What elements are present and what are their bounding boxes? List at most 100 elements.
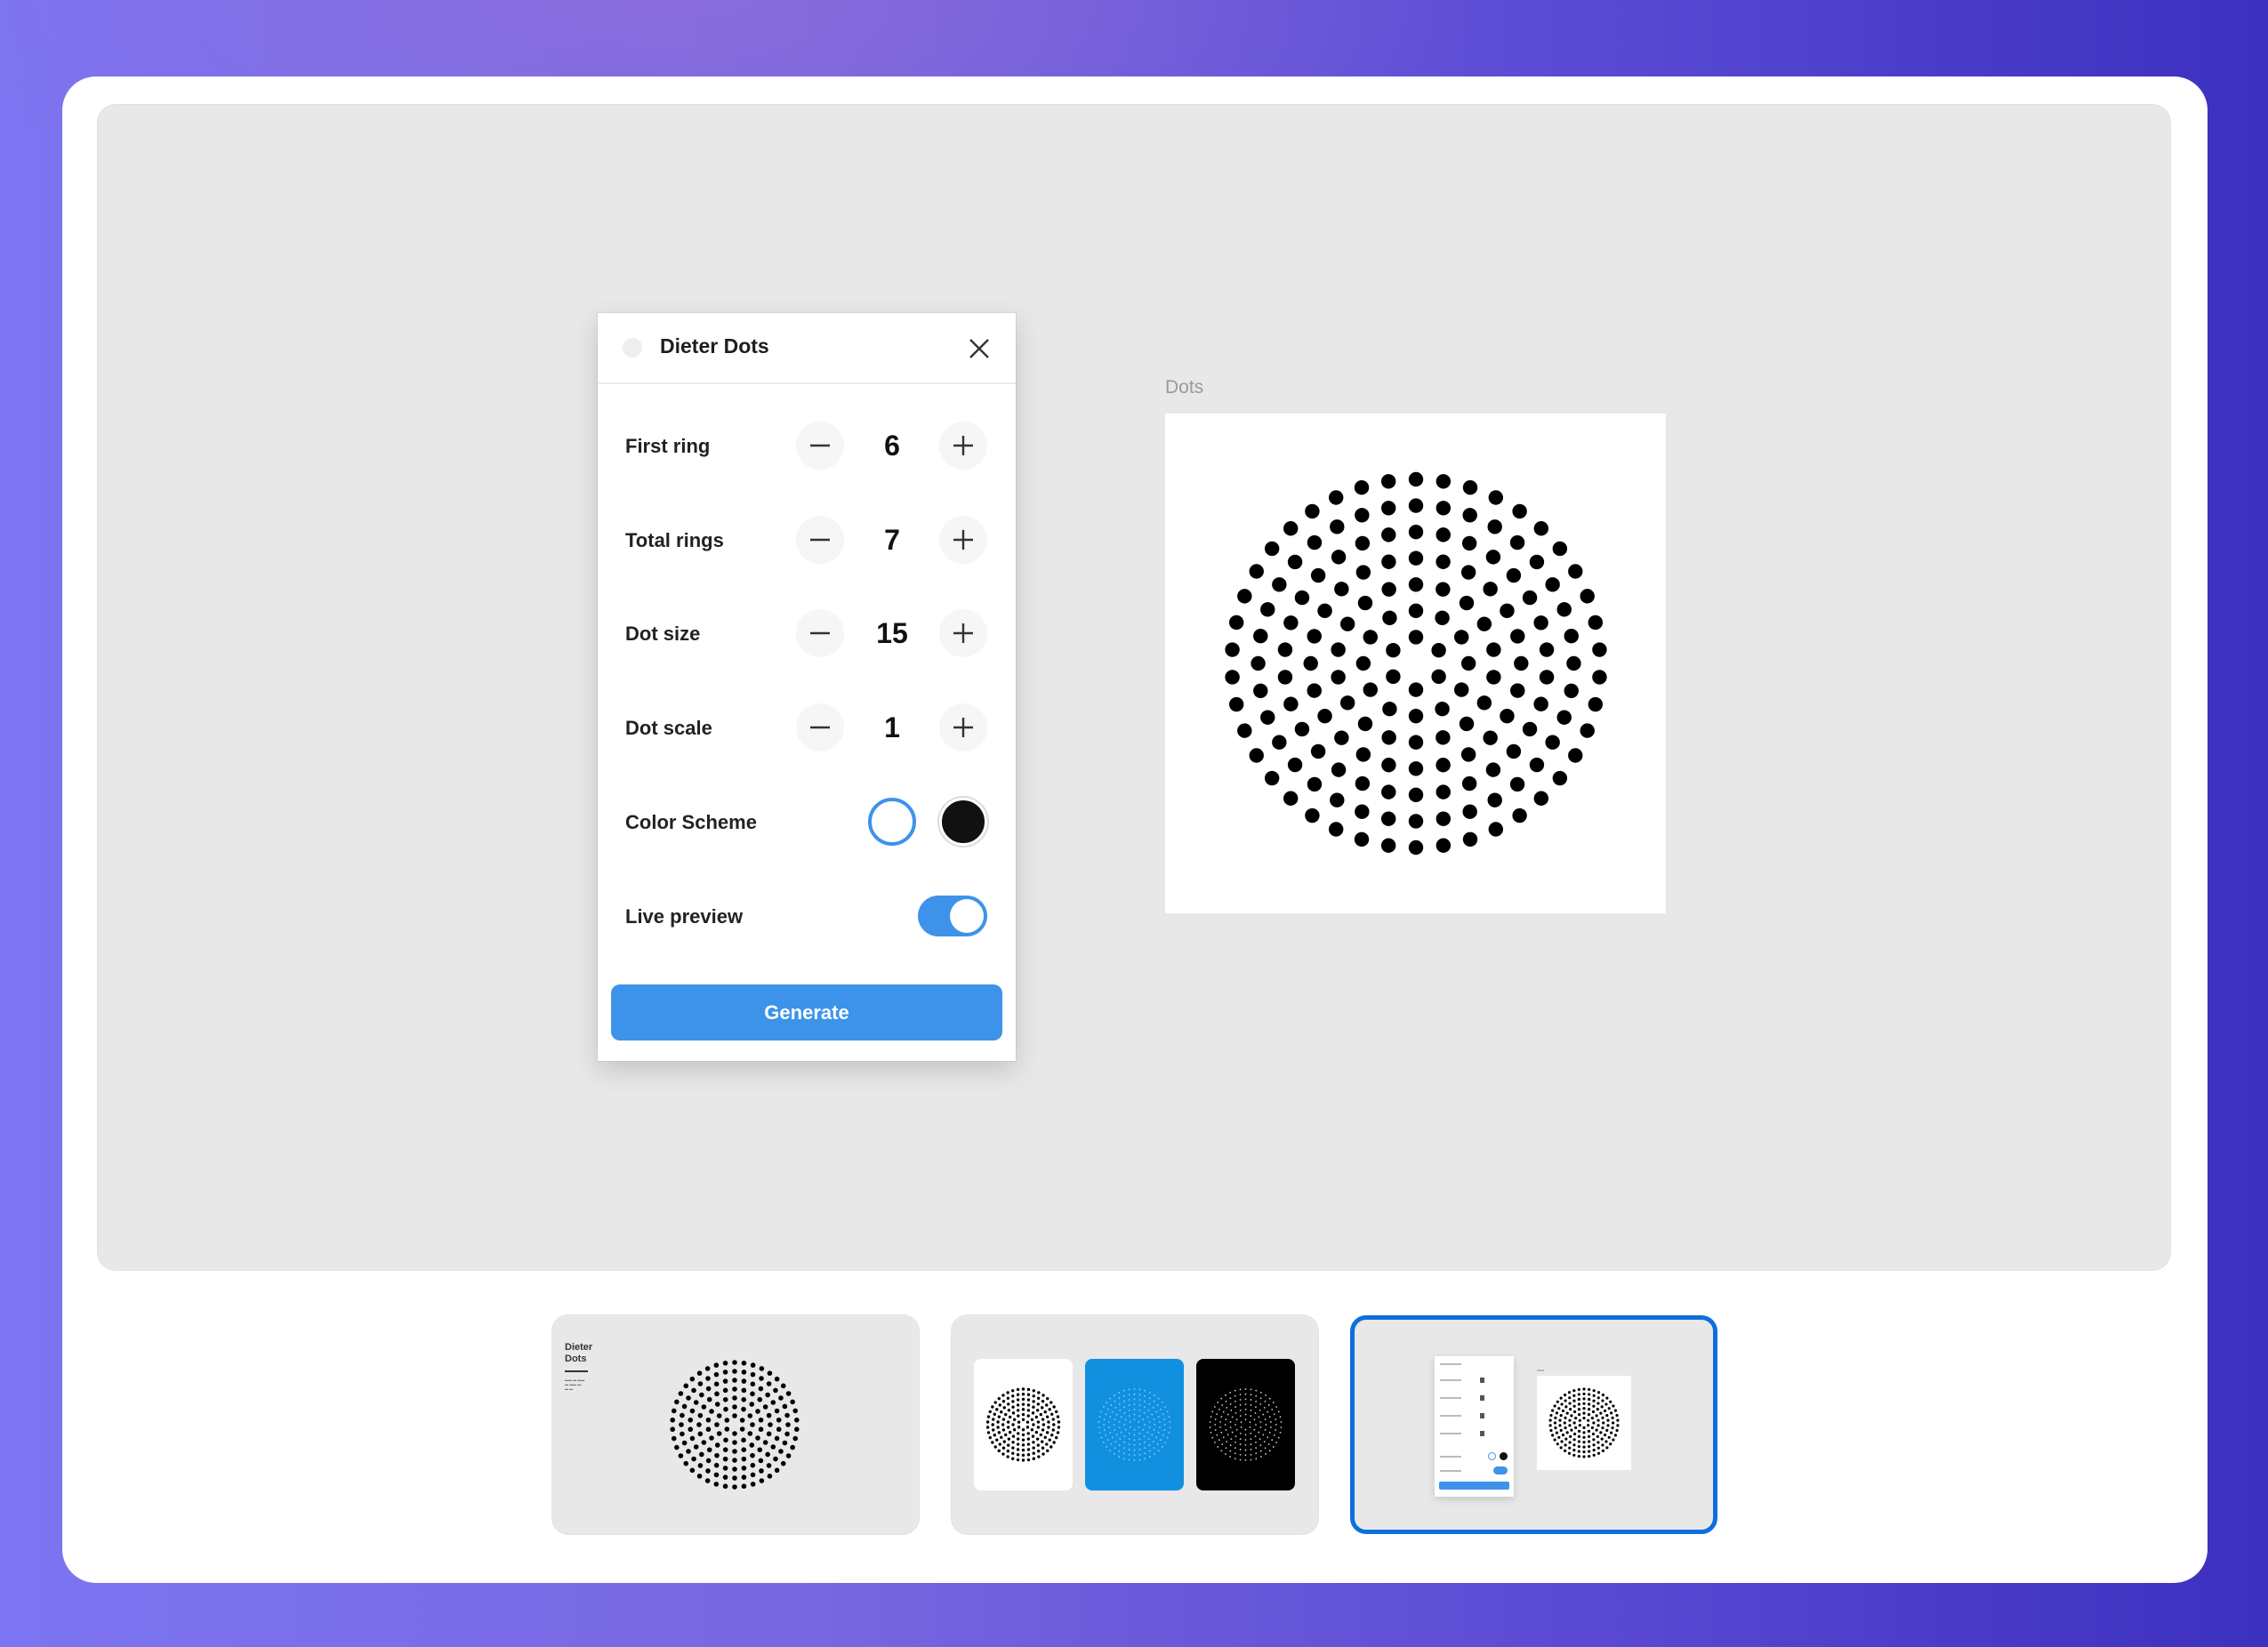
dot: [1572, 1432, 1577, 1436]
dot: [1007, 1437, 1011, 1441]
dot: [1592, 1394, 1596, 1397]
dot: [1001, 1446, 1006, 1450]
increment-button[interactable]: [939, 422, 987, 470]
color-swatch-black[interactable]: [939, 798, 987, 846]
dot: [1613, 1434, 1617, 1437]
dot: [680, 1412, 685, 1418]
dot: [750, 1381, 756, 1387]
dot: [1239, 1388, 1242, 1391]
dot: [1582, 1431, 1586, 1434]
dot: [741, 1387, 747, 1394]
dot: [1133, 1434, 1136, 1436]
dot: [992, 1418, 995, 1421]
dot: [1603, 1409, 1607, 1413]
dot: [1000, 1410, 1003, 1414]
decrement-button[interactable]: [796, 516, 844, 564]
plus-icon: [953, 530, 973, 550]
thumbnail-color-variants[interactable]: [952, 1315, 1318, 1534]
dot: [1510, 629, 1525, 644]
dot: [1220, 1431, 1223, 1434]
color-swatch-white[interactable]: [868, 798, 916, 846]
dot: [1026, 1393, 1031, 1396]
dot: [1244, 1413, 1247, 1416]
dot: [1529, 757, 1545, 773]
dot: [1305, 807, 1320, 824]
close-button[interactable]: [967, 336, 992, 361]
increment-button[interactable]: [939, 703, 987, 751]
dot: [1596, 1396, 1600, 1400]
dot: [1128, 1458, 1130, 1461]
dot: [1533, 696, 1548, 711]
dot: [1133, 1388, 1136, 1390]
decrement-button[interactable]: [796, 703, 844, 751]
dot: [1596, 1441, 1600, 1444]
dot: [1237, 723, 1252, 738]
dot: [1273, 1434, 1275, 1436]
dot: [1050, 1445, 1053, 1449]
dot: [1225, 1418, 1227, 1420]
dot: [1334, 582, 1349, 597]
dot: [1555, 1431, 1558, 1434]
dot: [1272, 735, 1287, 750]
dot: [1021, 1393, 1025, 1396]
dot: [1271, 1408, 1274, 1410]
dot: [1552, 770, 1568, 786]
dot: [1601, 1426, 1604, 1430]
dot: [1118, 1421, 1121, 1423]
decrement-button[interactable]: [796, 609, 844, 657]
decrement-button[interactable]: [796, 422, 844, 470]
dot: [683, 1460, 689, 1466]
dot: [1604, 1402, 1608, 1406]
dot: [1587, 1408, 1591, 1411]
live-preview-toggle[interactable]: [918, 896, 987, 936]
dot: [732, 1484, 737, 1490]
dot: [1436, 582, 1451, 597]
dot: [1229, 1444, 1232, 1447]
dot: [1052, 1423, 1056, 1426]
dot: [1221, 1443, 1224, 1445]
dot: [1460, 565, 1476, 580]
dot: [1039, 1433, 1042, 1437]
dot: [1103, 1418, 1106, 1420]
dot: [1138, 1453, 1141, 1456]
dot: [1577, 1402, 1580, 1406]
dot: [1138, 1404, 1141, 1406]
dot: [1592, 1399, 1596, 1402]
dot: [1563, 1394, 1567, 1397]
dot: [1582, 1397, 1586, 1401]
dot: [1559, 1428, 1563, 1432]
increment-button[interactable]: [939, 609, 987, 657]
thumbnail-plugin-ui-selected[interactable]: [1350, 1315, 1717, 1534]
dot: [1485, 550, 1501, 565]
dot: [1239, 1415, 1242, 1417]
dot: [1268, 1450, 1271, 1452]
dot: [1138, 1415, 1141, 1417]
dot: [1229, 1392, 1232, 1394]
close-icon: [969, 339, 989, 358]
dot: [741, 1370, 747, 1375]
dot: [1548, 1424, 1552, 1427]
dot: [1224, 1424, 1226, 1426]
dot: [1605, 1428, 1609, 1432]
dot: [750, 1472, 756, 1478]
dot: [1047, 1420, 1050, 1424]
dot: [1564, 1399, 1567, 1402]
dot: [1114, 1429, 1116, 1431]
dots-frame[interactable]: [1165, 414, 1666, 913]
dot: [995, 1438, 999, 1442]
dot: [1036, 1449, 1041, 1453]
dot: [1229, 1450, 1232, 1452]
dot: [1042, 1452, 1045, 1456]
design-canvas[interactable]: [98, 105, 2170, 1270]
dot: [1408, 498, 1424, 513]
generate-button[interactable]: Generate: [611, 984, 1002, 1040]
dot: [782, 1403, 788, 1410]
increment-button[interactable]: [939, 516, 987, 564]
dot: [1001, 1400, 1006, 1403]
dot: [1331, 762, 1347, 777]
dot: [747, 1413, 753, 1418]
dot: [1222, 1410, 1225, 1413]
dot: [1552, 541, 1568, 557]
thumbnail-cover[interactable]: Dieter Dots ▬▬ ▬ ▬▬ ▬ ▬▬ ▬ ▬ ▬: [552, 1315, 919, 1534]
dot: [1382, 702, 1397, 717]
